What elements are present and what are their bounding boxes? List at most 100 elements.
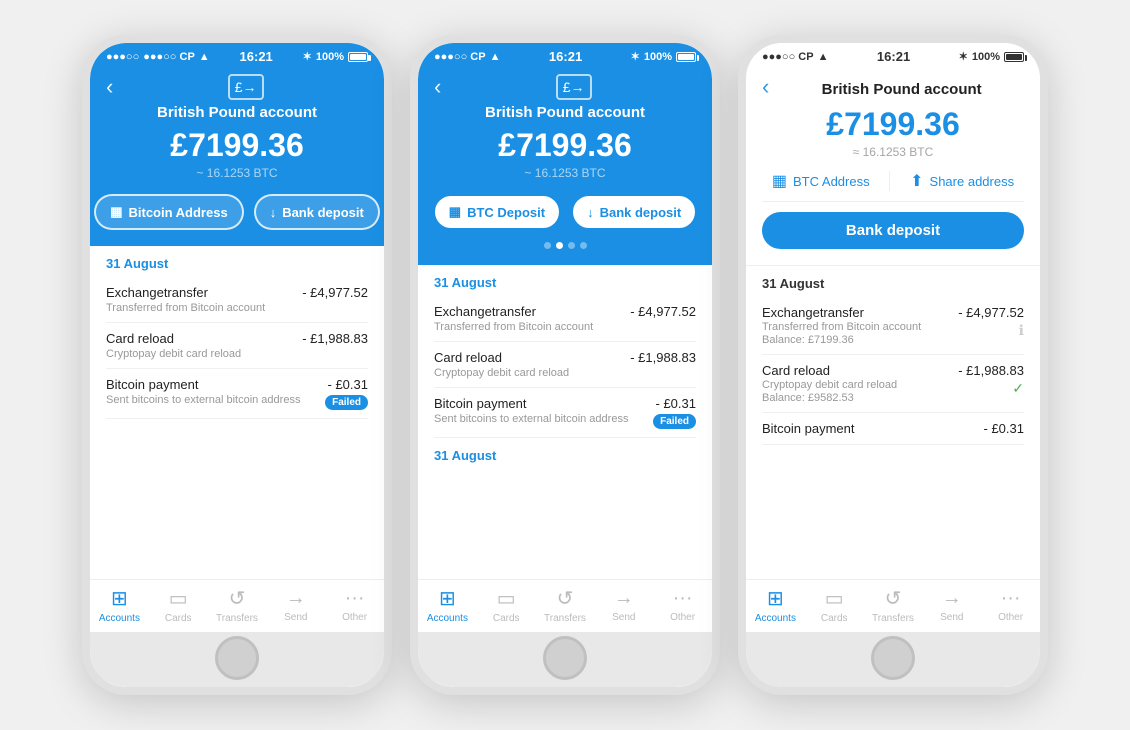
- btc-address-button-3[interactable]: ▦ BTC Address: [772, 171, 870, 191]
- nav-cards-3[interactable]: ▭ Cards: [810, 586, 858, 624]
- tx-sub: Sent bitcoins to external bitcoin addres…: [106, 394, 325, 406]
- tx-date-3: 31 August: [762, 266, 1024, 297]
- download-icon-1: ↓: [270, 205, 277, 220]
- tx-sub: Transferred from Bitcoin account: [106, 302, 302, 314]
- other-icon: ···: [1001, 587, 1021, 610]
- qr-icon-2: ▦: [449, 204, 461, 220]
- status-bar-2: ●●●○○ CP ▲ 16:21 ✶ 100%: [418, 43, 712, 68]
- balance-btc-2: ~ 16.1253 BTC: [434, 166, 696, 180]
- account-title-2: British Pound account: [434, 104, 696, 121]
- nav-other-2[interactable]: ··· Other: [659, 587, 707, 623]
- tx-date-2a: 31 August: [434, 265, 696, 296]
- nav-send-1[interactable]: → Send: [272, 587, 320, 623]
- tx-amount: - £0.31: [984, 421, 1024, 436]
- wifi-icon: ▲: [199, 51, 210, 63]
- btc-deposit-button-2[interactable]: ▦ BTC Deposit: [433, 194, 561, 230]
- cards-icon: ▭: [169, 586, 188, 611]
- nav-label: Send: [612, 612, 635, 623]
- tx-date-2b: 31 August: [434, 438, 696, 469]
- tx-sub: Cryptopay debit card reload: [762, 379, 958, 391]
- nav-label: Accounts: [99, 613, 140, 624]
- share-address-button-3[interactable]: ⬆ Share address: [910, 171, 1014, 191]
- send-icon: →: [614, 587, 634, 610]
- bluetooth-icon: ✶: [631, 50, 640, 63]
- transfers-icon: ↺: [885, 586, 902, 611]
- nav-transfers-2[interactable]: ↺ Transfers: [541, 586, 589, 624]
- bottom-nav-1: ⊞ Accounts ▭ Cards ↺ Transfers → Send ··…: [90, 579, 384, 632]
- tx-sub: Cryptopay debit card reload: [434, 367, 630, 379]
- nav-cards-2[interactable]: ▭ Cards: [482, 586, 530, 624]
- tx-amount: - £0.31: [328, 377, 368, 392]
- carrier-label: ●●●○○ CP: [143, 51, 195, 63]
- accounts-icon: ⊞: [111, 586, 128, 611]
- nav-label: Cards: [821, 613, 848, 624]
- battery-label: 100%: [644, 51, 672, 63]
- account-title-1: British Pound account: [106, 104, 368, 121]
- qr-icon-1: ▦: [110, 204, 122, 220]
- transfers-icon: ↺: [229, 586, 246, 611]
- accounts-icon: ⊞: [439, 586, 456, 611]
- battery-icon: [676, 52, 696, 62]
- signal-icon: ●●●○○: [106, 51, 139, 63]
- nav-label: Send: [284, 612, 307, 623]
- account-title-3: British Pound account: [779, 81, 1024, 98]
- tx-amount: - £4,977.52: [958, 305, 1024, 320]
- nav-send-2[interactable]: → Send: [600, 587, 648, 623]
- home-button-3[interactable]: [871, 636, 915, 680]
- nav-label: Transfers: [216, 613, 258, 624]
- nav-other-3[interactable]: ··· Other: [987, 587, 1035, 623]
- tx-amount: - £4,977.52: [630, 304, 696, 319]
- nav-transfers-3[interactable]: ↺ Transfers: [869, 586, 917, 624]
- table-row: Card reload Cryptopay debit card reload …: [762, 355, 1024, 413]
- tx-amount: - £0.31: [656, 396, 696, 411]
- nav-accounts-3[interactable]: ⊞ Accounts: [751, 586, 799, 624]
- tx-amount: - £4,977.52: [302, 285, 368, 300]
- back-button-3[interactable]: ‹: [762, 74, 769, 100]
- table-row: Bitcoin payment Sent bitcoins to externa…: [434, 388, 696, 438]
- tx-name: Exchangetransfer: [434, 304, 630, 319]
- nav-label: Other: [998, 612, 1023, 623]
- divider: [889, 171, 890, 191]
- nav-accounts-1[interactable]: ⊞ Accounts: [95, 586, 143, 624]
- nav-label: Other: [670, 612, 695, 623]
- tx-name: Exchangetransfer: [106, 285, 302, 300]
- tx-list-1: 31 August Exchangetransfer Transferred f…: [90, 246, 384, 579]
- tx-sub: Sent bitcoins to external bitcoin addres…: [434, 413, 653, 425]
- nav-label: Cards: [493, 613, 520, 624]
- nav-send-3[interactable]: → Send: [928, 587, 976, 623]
- bank-deposit-button-1[interactable]: ↓ Bank deposit: [254, 194, 380, 230]
- battery-label: 100%: [316, 51, 344, 63]
- tx-sub: Transferred from Bitcoin account: [434, 321, 630, 333]
- home-button-1[interactable]: [215, 636, 259, 680]
- nav-cards-1[interactable]: ▭ Cards: [154, 586, 202, 624]
- cards-icon: ▭: [497, 586, 516, 611]
- back-button-1[interactable]: ‹: [106, 74, 113, 100]
- table-row: Exchangetransfer Transferred from Bitcoi…: [762, 297, 1024, 355]
- bluetooth-icon: ✶: [303, 50, 312, 63]
- action-buttons-1: ▦ Bitcoin Address ↓ Bank deposit: [106, 194, 368, 230]
- transfers-icon: ↺: [557, 586, 574, 611]
- bottom-nav-3: ⊞ Accounts ▭ Cards ↺ Transfers → Send ··…: [746, 579, 1040, 632]
- accounts-icon: ⊞: [767, 586, 784, 611]
- send-icon: →: [942, 587, 962, 610]
- nav-other-1[interactable]: ··· Other: [331, 587, 379, 623]
- home-area-2: [418, 632, 712, 687]
- time-display-3: 16:21: [877, 49, 910, 64]
- phones-container: ●●●○○ ●●●○○ CP ▲ 16:21 ✶ 100% ‹ £→ Briti…: [62, 15, 1068, 715]
- bitcoin-address-button-1[interactable]: ▦ Bitcoin Address: [94, 194, 244, 230]
- battery-icon: [348, 52, 368, 62]
- tx-amount: - £1,988.83: [958, 363, 1024, 378]
- nav-accounts-2[interactable]: ⊞ Accounts: [423, 586, 471, 624]
- nav-transfers-1[interactable]: ↺ Transfers: [213, 586, 261, 624]
- tx-name: Bitcoin payment: [434, 396, 653, 411]
- bank-deposit-button-3[interactable]: Bank deposit: [762, 212, 1024, 249]
- home-button-2[interactable]: [543, 636, 587, 680]
- nav-label: Transfers: [544, 613, 586, 624]
- share-icon-3: ⬆: [910, 171, 923, 191]
- other-icon: ···: [345, 587, 365, 610]
- nav-label: Transfers: [872, 613, 914, 624]
- back-button-2[interactable]: ‹: [434, 74, 441, 100]
- battery-icon: [1004, 52, 1024, 62]
- bank-deposit-button-2[interactable]: ↓ Bank deposit: [571, 194, 697, 230]
- nav-label: Send: [940, 612, 963, 623]
